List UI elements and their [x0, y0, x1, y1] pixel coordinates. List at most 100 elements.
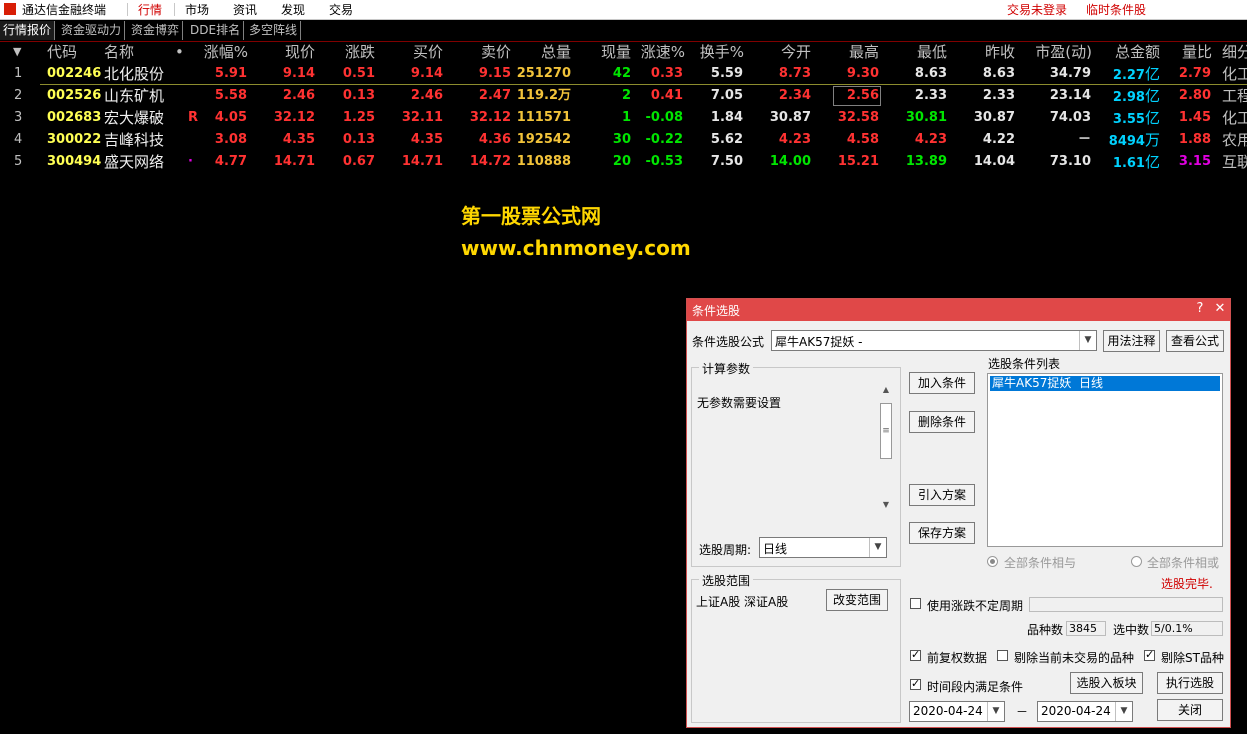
view-formula-button[interactable]: 查看公式: [1166, 330, 1224, 352]
cell-name[interactable]: 盛天网络: [104, 152, 174, 172]
to-block-button[interactable]: 选股入板块: [1070, 672, 1143, 694]
cell-chg-pct[interactable]: 5.91: [190, 64, 247, 84]
import-scheme-button[interactable]: 引入方案: [909, 484, 975, 506]
col-pe[interactable]: 市盈(动): [1020, 43, 1092, 61]
col-speed[interactable]: 涨速%: [625, 43, 685, 61]
cell-amt[interactable]: 2.98亿: [1098, 86, 1160, 106]
cell-chg-pct[interactable]: 5.58: [190, 86, 247, 106]
close-icon[interactable]: ✕: [1212, 301, 1228, 317]
sort-arrow-icon[interactable]: ▼: [13, 43, 21, 61]
condition-list-item[interactable]: 犀牛AK57捉妖 日线: [990, 376, 1220, 391]
col-price[interactable]: 现价: [258, 43, 315, 61]
col-bid[interactable]: 买价: [386, 43, 443, 61]
formula-select[interactable]: 犀牛AK57捉妖 - ▼: [771, 330, 1097, 351]
cell-cur-vol[interactable]: 2: [574, 86, 631, 106]
col-low[interactable]: 最低: [890, 43, 947, 61]
cell-vol[interactable]: 111571: [514, 108, 571, 128]
cell-high[interactable]: 9.30: [822, 64, 879, 84]
radio-and[interactable]: [987, 556, 998, 567]
cell-turnover[interactable]: 7.50: [684, 152, 743, 172]
cell-vol[interactable]: 119.2万: [514, 86, 571, 106]
cell-amt[interactable]: 2.27亿: [1098, 64, 1160, 84]
date-to-select[interactable]: 2020-04-24 ▼: [1037, 701, 1133, 722]
close-button[interactable]: 关闭: [1157, 699, 1223, 721]
cell-open[interactable]: 8.73: [754, 64, 811, 84]
cell-ask[interactable]: 14.72: [454, 152, 511, 172]
period-condition-checkbox[interactable]: ✓: [910, 677, 921, 690]
menu-quotes[interactable]: 行情: [138, 1, 162, 18]
cell-idx[interactable]: 3: [14, 108, 24, 128]
col-amount[interactable]: 总金额: [1098, 43, 1160, 61]
col-change-pct[interactable]: 涨幅%: [190, 43, 248, 61]
cell-chg[interactable]: 0.13: [318, 130, 375, 150]
cell-chg[interactable]: 0.51: [318, 64, 375, 84]
cell-amt[interactable]: 1.61亿: [1098, 152, 1160, 172]
scroll-thumb[interactable]: ≡: [880, 403, 892, 459]
cell-bid[interactable]: 9.14: [386, 64, 443, 84]
cell-chg[interactable]: 1.25: [318, 108, 375, 128]
cell-pe[interactable]: 34.79: [1020, 64, 1091, 84]
cell-idx[interactable]: 4: [14, 130, 24, 150]
date-from-select[interactable]: 2020-04-24 ▼: [909, 701, 1005, 722]
cell-open[interactable]: 2.34: [754, 86, 811, 106]
cell-prev[interactable]: 30.87: [958, 108, 1015, 128]
cell-speed[interactable]: 0.41: [625, 86, 683, 106]
cell-vol[interactable]: 192542: [514, 130, 571, 150]
radio-or[interactable]: [1131, 556, 1142, 567]
use-limit-period-checkbox[interactable]: [910, 598, 921, 609]
cell-turnover[interactable]: 7.05: [684, 86, 743, 106]
col-ask[interactable]: 卖价: [454, 43, 511, 61]
cell-cur-vol[interactable]: 20: [574, 152, 631, 172]
help-icon[interactable]: ?: [1192, 301, 1208, 317]
cell-high[interactable]: 32.58: [822, 108, 879, 128]
cell-chg-pct[interactable]: 4.77: [190, 152, 247, 172]
chevron-down-icon[interactable]: ▼: [1079, 331, 1096, 350]
cell-low[interactable]: 8.63: [890, 64, 947, 84]
cell-speed[interactable]: -0.22: [625, 130, 683, 150]
cell-industry[interactable]: 化工: [1222, 108, 1247, 128]
tab-dde-rank[interactable]: DDE排名: [187, 21, 245, 40]
cell-industry[interactable]: 农用: [1222, 130, 1247, 150]
condition-list[interactable]: 犀牛AK57捉妖 日线: [987, 373, 1223, 547]
usage-notes-button[interactable]: 用法注释: [1103, 330, 1160, 352]
col-flag[interactable]: •: [175, 43, 184, 61]
cell-prev[interactable]: 14.04: [958, 152, 1015, 172]
cell-open[interactable]: 4.23: [754, 130, 811, 150]
cell-price[interactable]: 2.46: [258, 86, 315, 106]
cell-prev[interactable]: 2.33: [958, 86, 1015, 106]
cell-high[interactable]: 15.21: [822, 152, 879, 172]
cell-industry[interactable]: 化工: [1222, 64, 1247, 84]
cell-chg[interactable]: 0.13: [318, 86, 375, 106]
cell-ask[interactable]: 2.47: [454, 86, 511, 106]
cell-ask[interactable]: 4.36: [454, 130, 511, 150]
fq-data-checkbox[interactable]: ✓: [910, 648, 921, 661]
menu-market[interactable]: 市场: [185, 1, 209, 18]
cell-chg-pct[interactable]: 4.05: [190, 108, 247, 128]
menu-news[interactable]: 资讯: [233, 1, 257, 18]
cell-code[interactable]: 300022: [47, 130, 101, 150]
tab-long-short[interactable]: 多空阵线: [246, 21, 302, 40]
trade-login-status[interactable]: 交易未登录: [1007, 1, 1067, 18]
cell-pe[interactable]: 73.10: [1020, 152, 1091, 172]
cell-open[interactable]: 30.87: [754, 108, 811, 128]
cell-speed[interactable]: -0.53: [625, 152, 683, 172]
cell-code[interactable]: 300494: [47, 152, 101, 172]
col-prev-close[interactable]: 昨收: [958, 43, 1015, 61]
cell-pe[interactable]: －: [1020, 130, 1091, 150]
col-high[interactable]: 最高: [822, 43, 879, 61]
menu-discover[interactable]: 发现: [281, 1, 305, 18]
cell-vol[interactable]: 251270: [514, 64, 571, 84]
col-code[interactable]: 代码: [47, 43, 77, 61]
scroll-up-icon[interactable]: ▲: [879, 385, 893, 394]
cell-name[interactable]: 山东矿机: [104, 86, 174, 106]
cell-idx[interactable]: 5: [14, 152, 24, 172]
cell-ask[interactable]: 9.15: [454, 64, 511, 84]
cell-speed[interactable]: 0.33: [625, 64, 683, 84]
tab-capital-drive[interactable]: 资金驱动力: [58, 21, 126, 40]
cell-low[interactable]: 30.81: [890, 108, 947, 128]
col-industry[interactable]: 细分: [1222, 43, 1247, 61]
exclude-untraded-checkbox[interactable]: [997, 650, 1008, 661]
cell-cur-vol[interactable]: 1: [574, 108, 631, 128]
cell-ask[interactable]: 32.12: [454, 108, 511, 128]
temp-condition-stocks[interactable]: 临时条件股: [1086, 1, 1146, 18]
